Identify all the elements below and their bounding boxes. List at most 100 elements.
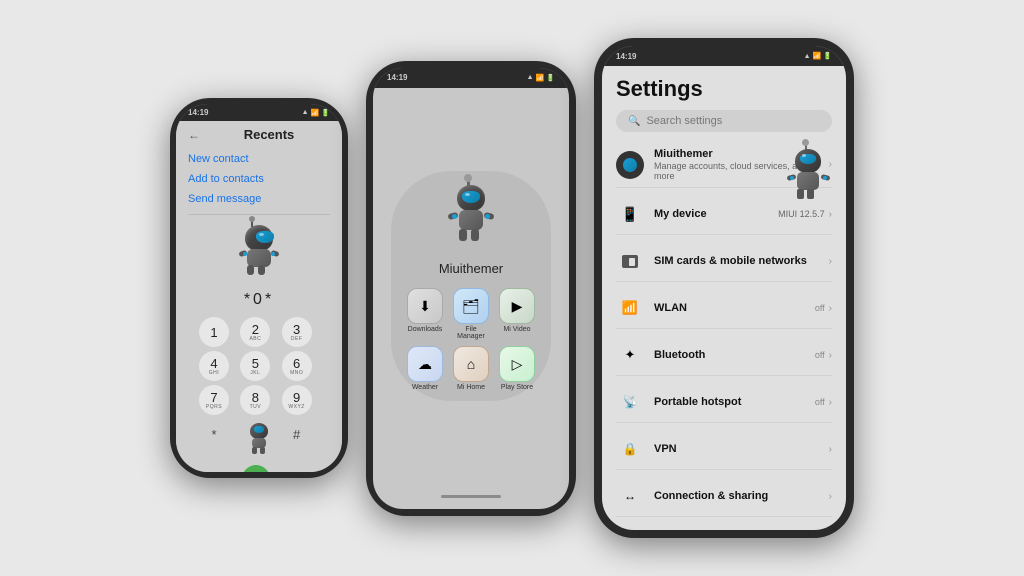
status-bar-phone1: 14:19 ▲ 📶 🔋	[176, 104, 342, 121]
sim-title: SIM cards & mobile networks	[654, 255, 819, 267]
status-icons-phone2: ▲ 📶 🔋	[527, 74, 555, 82]
mascot-area	[188, 225, 330, 277]
phone-settings: 14:19 ▲ 📶 🔋 Settings 🔍 Search settings	[594, 38, 854, 538]
dial-key-1[interactable]: 1	[199, 317, 229, 347]
app-item-filemanager[interactable]: 🗂 File Manager	[451, 288, 491, 340]
miuithemer-sub: Manage accounts, cloud services, and mor…	[654, 161, 819, 181]
home-content: Miuithemer ⬇ Downloads 🗂 File Manager	[373, 88, 569, 485]
settings-item-wallpaper[interactable]: 🖼 Wallpaper & personalization ›	[616, 523, 832, 530]
miui-version-badge: MIUI 12.5.7	[778, 209, 825, 219]
hotspot-icon: 📡	[623, 395, 638, 409]
settings-item-mydevice[interactable]: 📱 My device MIUI 12.5.7 ›	[616, 194, 832, 235]
time-phone1: 14:19	[188, 108, 208, 117]
status-icons-phone3: ▲ 📶 🔋	[804, 52, 832, 60]
chevron-icon-2: ›	[829, 209, 832, 220]
settings-item-wlan[interactable]: 📶 WLAN off ›	[616, 288, 832, 329]
app-item-weather[interactable]: ☁ Weather	[405, 346, 445, 391]
phone-recents: 14:19 ▲ 📶 🔋 ← Recents New contact Add to…	[170, 98, 348, 478]
app-item-downloads[interactable]: ⬇ Downloads	[405, 288, 445, 340]
phone-homescreen: 14:19 ▲ 📶 🔋	[366, 61, 576, 516]
hotspot-title: Portable hotspot	[654, 396, 805, 408]
back-button[interactable]: ←	[188, 128, 200, 142]
dial-key-6[interactable]: 6MNO	[282, 351, 312, 381]
send-message-link[interactable]: Send message	[188, 190, 330, 208]
bluetooth-right: off ›	[815, 350, 832, 361]
settings-item-vpn[interactable]: 🔒 VPN ›	[616, 429, 832, 470]
miuithemer-right: ›	[829, 159, 832, 170]
app-item-mivideo[interactable]: ▶ Mi Video	[497, 288, 537, 340]
search-placeholder-text: Search settings	[646, 115, 722, 127]
device-icon: 📱	[616, 200, 644, 228]
filemanager-label: File Manager	[451, 326, 491, 340]
hotspot-status: off	[815, 397, 825, 407]
wlan-icon-wrap: 📶	[616, 294, 644, 322]
mascot-bottom	[240, 423, 277, 459]
chevron-icon-6: ›	[829, 397, 832, 408]
mascot-robot	[239, 225, 279, 277]
filemanager-icon: 🗂	[462, 298, 480, 315]
new-contact-link[interactable]: New contact	[188, 150, 330, 168]
dial-key-4[interactable]: 4GHI	[199, 351, 229, 381]
wallpaper-icon-wrap: 🖼	[616, 529, 644, 530]
app-item-mihome[interactable]: ⌂ Mi Home	[451, 346, 491, 391]
dial-key-7[interactable]: 7PQRS	[199, 385, 229, 415]
mascot-dot-left	[243, 252, 247, 256]
bluetooth-status: off	[815, 350, 825, 360]
settings-item-sim[interactable]: SIM cards & mobile networks ›	[616, 241, 832, 282]
dialpad-bottom: * #	[199, 419, 319, 463]
status-bar-phone2: 14:19 ▲ 📶 🔋	[373, 68, 569, 88]
home-indicator	[441, 495, 501, 498]
dial-key-3[interactable]: 3DEF	[282, 317, 312, 347]
settings-item-hotspot[interactable]: 📡 Portable hotspot off ›	[616, 382, 832, 423]
settings-item-connection[interactable]: ↔ Connection & sharing ›	[616, 476, 832, 517]
connection-icon-wrap: ↔	[616, 482, 644, 510]
dial-key-9[interactable]: 9WXYZ	[282, 385, 312, 415]
sim-info: SIM cards & mobile networks	[654, 255, 819, 267]
chevron-icon-5: ›	[829, 350, 832, 361]
mivideo-label: Mi Video	[503, 326, 530, 333]
dial-key-5[interactable]: 5JKL	[240, 351, 270, 381]
sim-card-icon	[622, 255, 638, 268]
dial-key-hash[interactable]: #	[282, 419, 312, 449]
sim-right: ›	[829, 256, 832, 267]
vpn-title: VPN	[654, 443, 819, 455]
divider	[188, 214, 330, 215]
bluetooth-info: Bluetooth	[654, 349, 805, 361]
mihome-label: Mi Home	[457, 384, 485, 391]
bluetooth-icon: ✦	[625, 347, 636, 363]
mydevice-title: My device	[654, 208, 768, 220]
add-to-contacts-link[interactable]: Add to contacts	[188, 170, 330, 188]
wlan-status: off	[815, 303, 825, 313]
app-launcher: Miuithemer ⬇ Downloads 🗂 File Manager	[391, 171, 551, 401]
app-item-playstore[interactable]: ▷ Play Store	[497, 346, 537, 391]
settings-item-miuithemer[interactable]: Miuithemer Manage accounts, cloud servic…	[616, 142, 832, 188]
app-grid: ⬇ Downloads 🗂 File Manager ▶	[405, 288, 537, 391]
wlan-right: off ›	[815, 303, 832, 314]
weather-icon-wrap: ☁	[407, 346, 443, 382]
miuithemer-title: Miuithemer	[654, 148, 819, 160]
chevron-icon: ›	[829, 159, 832, 170]
chevron-icon-3: ›	[829, 256, 832, 267]
connection-icon: ↔	[624, 489, 636, 503]
dial-key-8[interactable]: 8TUV	[240, 385, 270, 415]
settings-item-bluetooth[interactable]: ✦ Bluetooth off ›	[616, 335, 832, 376]
playstore-label: Play Store	[501, 384, 533, 391]
playstore-icon-wrap: ▷	[499, 346, 535, 382]
mivideo-icon: ▶	[512, 298, 523, 315]
bluetooth-icon-wrap: ✦	[616, 341, 644, 369]
mascot-small-bottom	[245, 423, 273, 459]
hotspot-icon-wrap: 📡	[616, 388, 644, 416]
time-phone2: 14:19	[387, 73, 407, 82]
launcher-label: Miuithemer	[439, 261, 503, 276]
playstore-icon: ▷	[512, 356, 523, 373]
chevron-icon-7: ›	[829, 444, 832, 455]
weather-label: Weather	[412, 384, 438, 391]
bluetooth-title: Bluetooth	[654, 349, 805, 361]
connection-title: Connection & sharing	[654, 490, 819, 502]
dial-display: *0*	[244, 291, 274, 309]
dial-key-star[interactable]: *	[199, 419, 229, 449]
settings-search-bar[interactable]: 🔍 Search settings	[616, 110, 832, 132]
dial-key-2[interactable]: 2ABC	[240, 317, 270, 347]
connection-info: Connection & sharing	[654, 490, 819, 502]
wlan-title: WLAN	[654, 302, 805, 314]
